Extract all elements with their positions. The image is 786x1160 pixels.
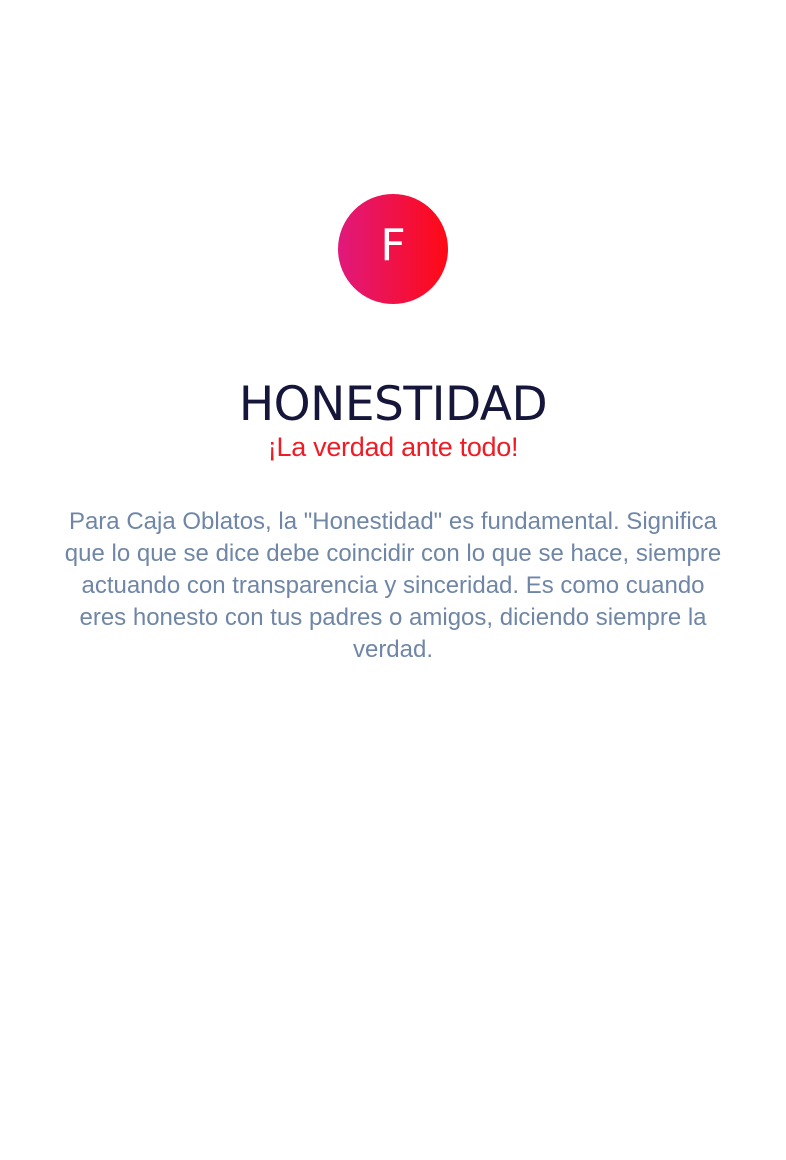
value-title: HONESTIDAD bbox=[238, 377, 548, 432]
badge-letter: F bbox=[380, 220, 406, 271]
value-letter-badge: F bbox=[338, 194, 448, 304]
value-description: Para Caja Oblatos, la "Honestidad" es fu… bbox=[64, 508, 722, 663]
value-subtitle: ¡La verdad ante todo! bbox=[267, 432, 519, 462]
